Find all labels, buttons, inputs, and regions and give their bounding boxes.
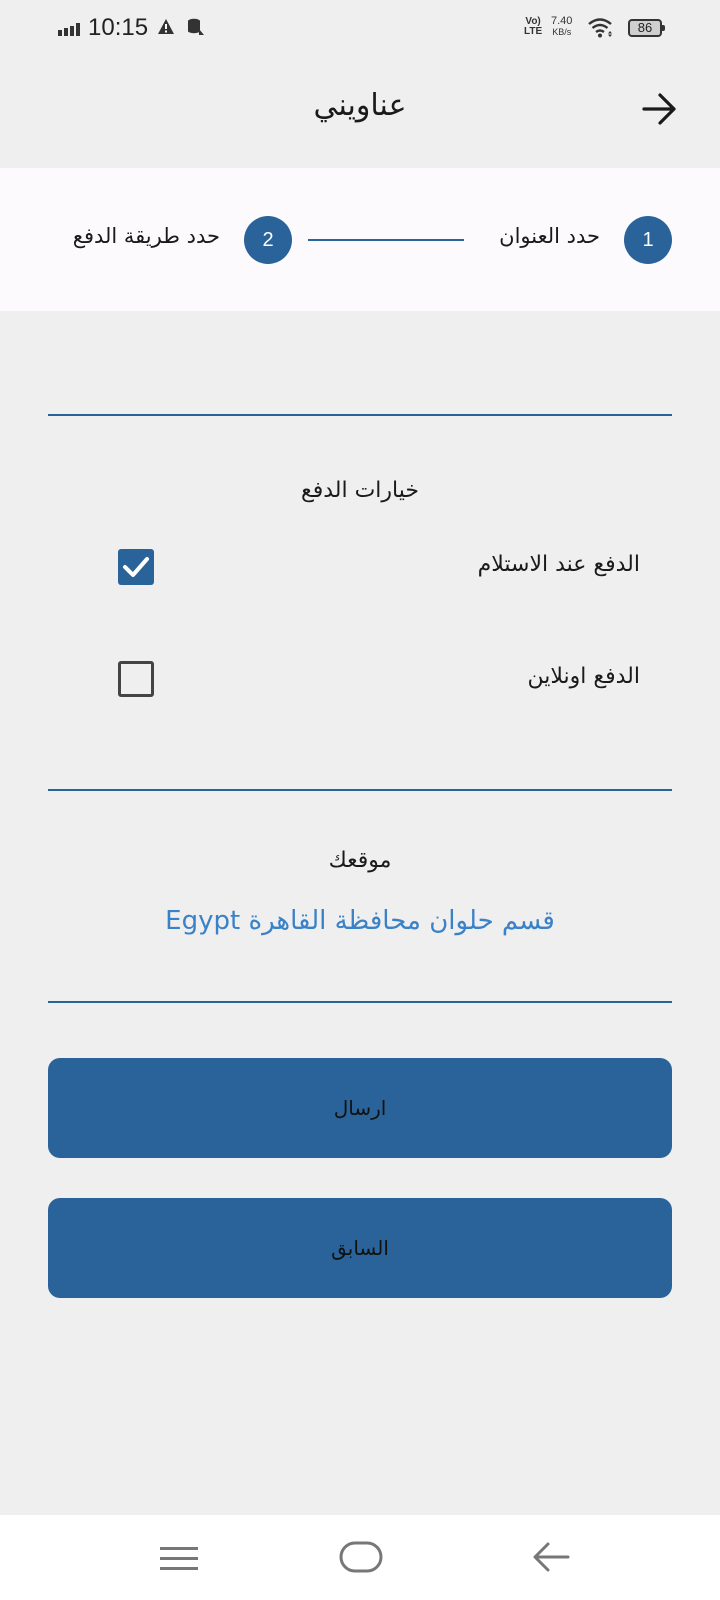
payment-option-online-label[interactable]: الدفع اونلاين — [528, 664, 640, 689]
back-icon[interactable] — [532, 1541, 570, 1573]
payment-option-online-checkbox[interactable] — [118, 661, 154, 697]
step-2-indicator[interactable]: 2 — [244, 216, 292, 264]
location-title: موقعك — [328, 848, 392, 873]
volte-bottom: LTE — [524, 26, 543, 37]
step-1-indicator[interactable]: 1 — [624, 216, 672, 264]
page-title: عناويني — [313, 88, 407, 123]
divider — [48, 414, 672, 416]
payment-option-cod-checkbox[interactable] — [118, 549, 154, 585]
checkout-stepper: 1 حدد العنوان 2 حدد طريقة الدفع — [0, 168, 720, 311]
wifi-icon — [588, 18, 612, 38]
system-navigation-bar — [0, 1515, 720, 1600]
network-speed: 7.40 KB/s — [551, 16, 572, 38]
home-icon[interactable] — [339, 1541, 383, 1575]
battery-indicator: 86 — [628, 19, 665, 37]
clock: 10:15 — [88, 14, 149, 41]
speed-value: 7.40 — [551, 15, 573, 27]
previous-button[interactable]: السابق — [48, 1198, 672, 1298]
speed-unit: KB/s — [552, 27, 572, 37]
menu-icon[interactable] — [160, 1545, 198, 1573]
submit-button[interactable]: ارسال — [48, 1058, 672, 1158]
location-value: قسم حلوان محافظة القاهرة Egypt — [165, 906, 555, 936]
divider — [48, 1001, 672, 1003]
volte-indicator: Vo) LTE — [524, 17, 542, 37]
divider — [48, 789, 672, 791]
arrow-forward-icon[interactable] — [642, 92, 678, 126]
payment-options-title: خيارات الدفع — [301, 478, 419, 503]
warning-icon — [158, 19, 174, 34]
step-connector — [308, 239, 464, 241]
check-icon — [123, 557, 149, 577]
step-2-label: حدد طريقة الدفع — [72, 224, 220, 248]
database-icon — [188, 18, 204, 35]
step-1-label: حدد العنوان — [499, 224, 600, 248]
status-bar: 10:15 Vo) LTE 7.40 KB/s 86 — [0, 0, 720, 58]
app-bar: عناويني — [0, 58, 720, 168]
signal-icon — [58, 23, 80, 36]
payment-option-cod-label[interactable]: الدفع عند الاستلام — [478, 552, 640, 577]
